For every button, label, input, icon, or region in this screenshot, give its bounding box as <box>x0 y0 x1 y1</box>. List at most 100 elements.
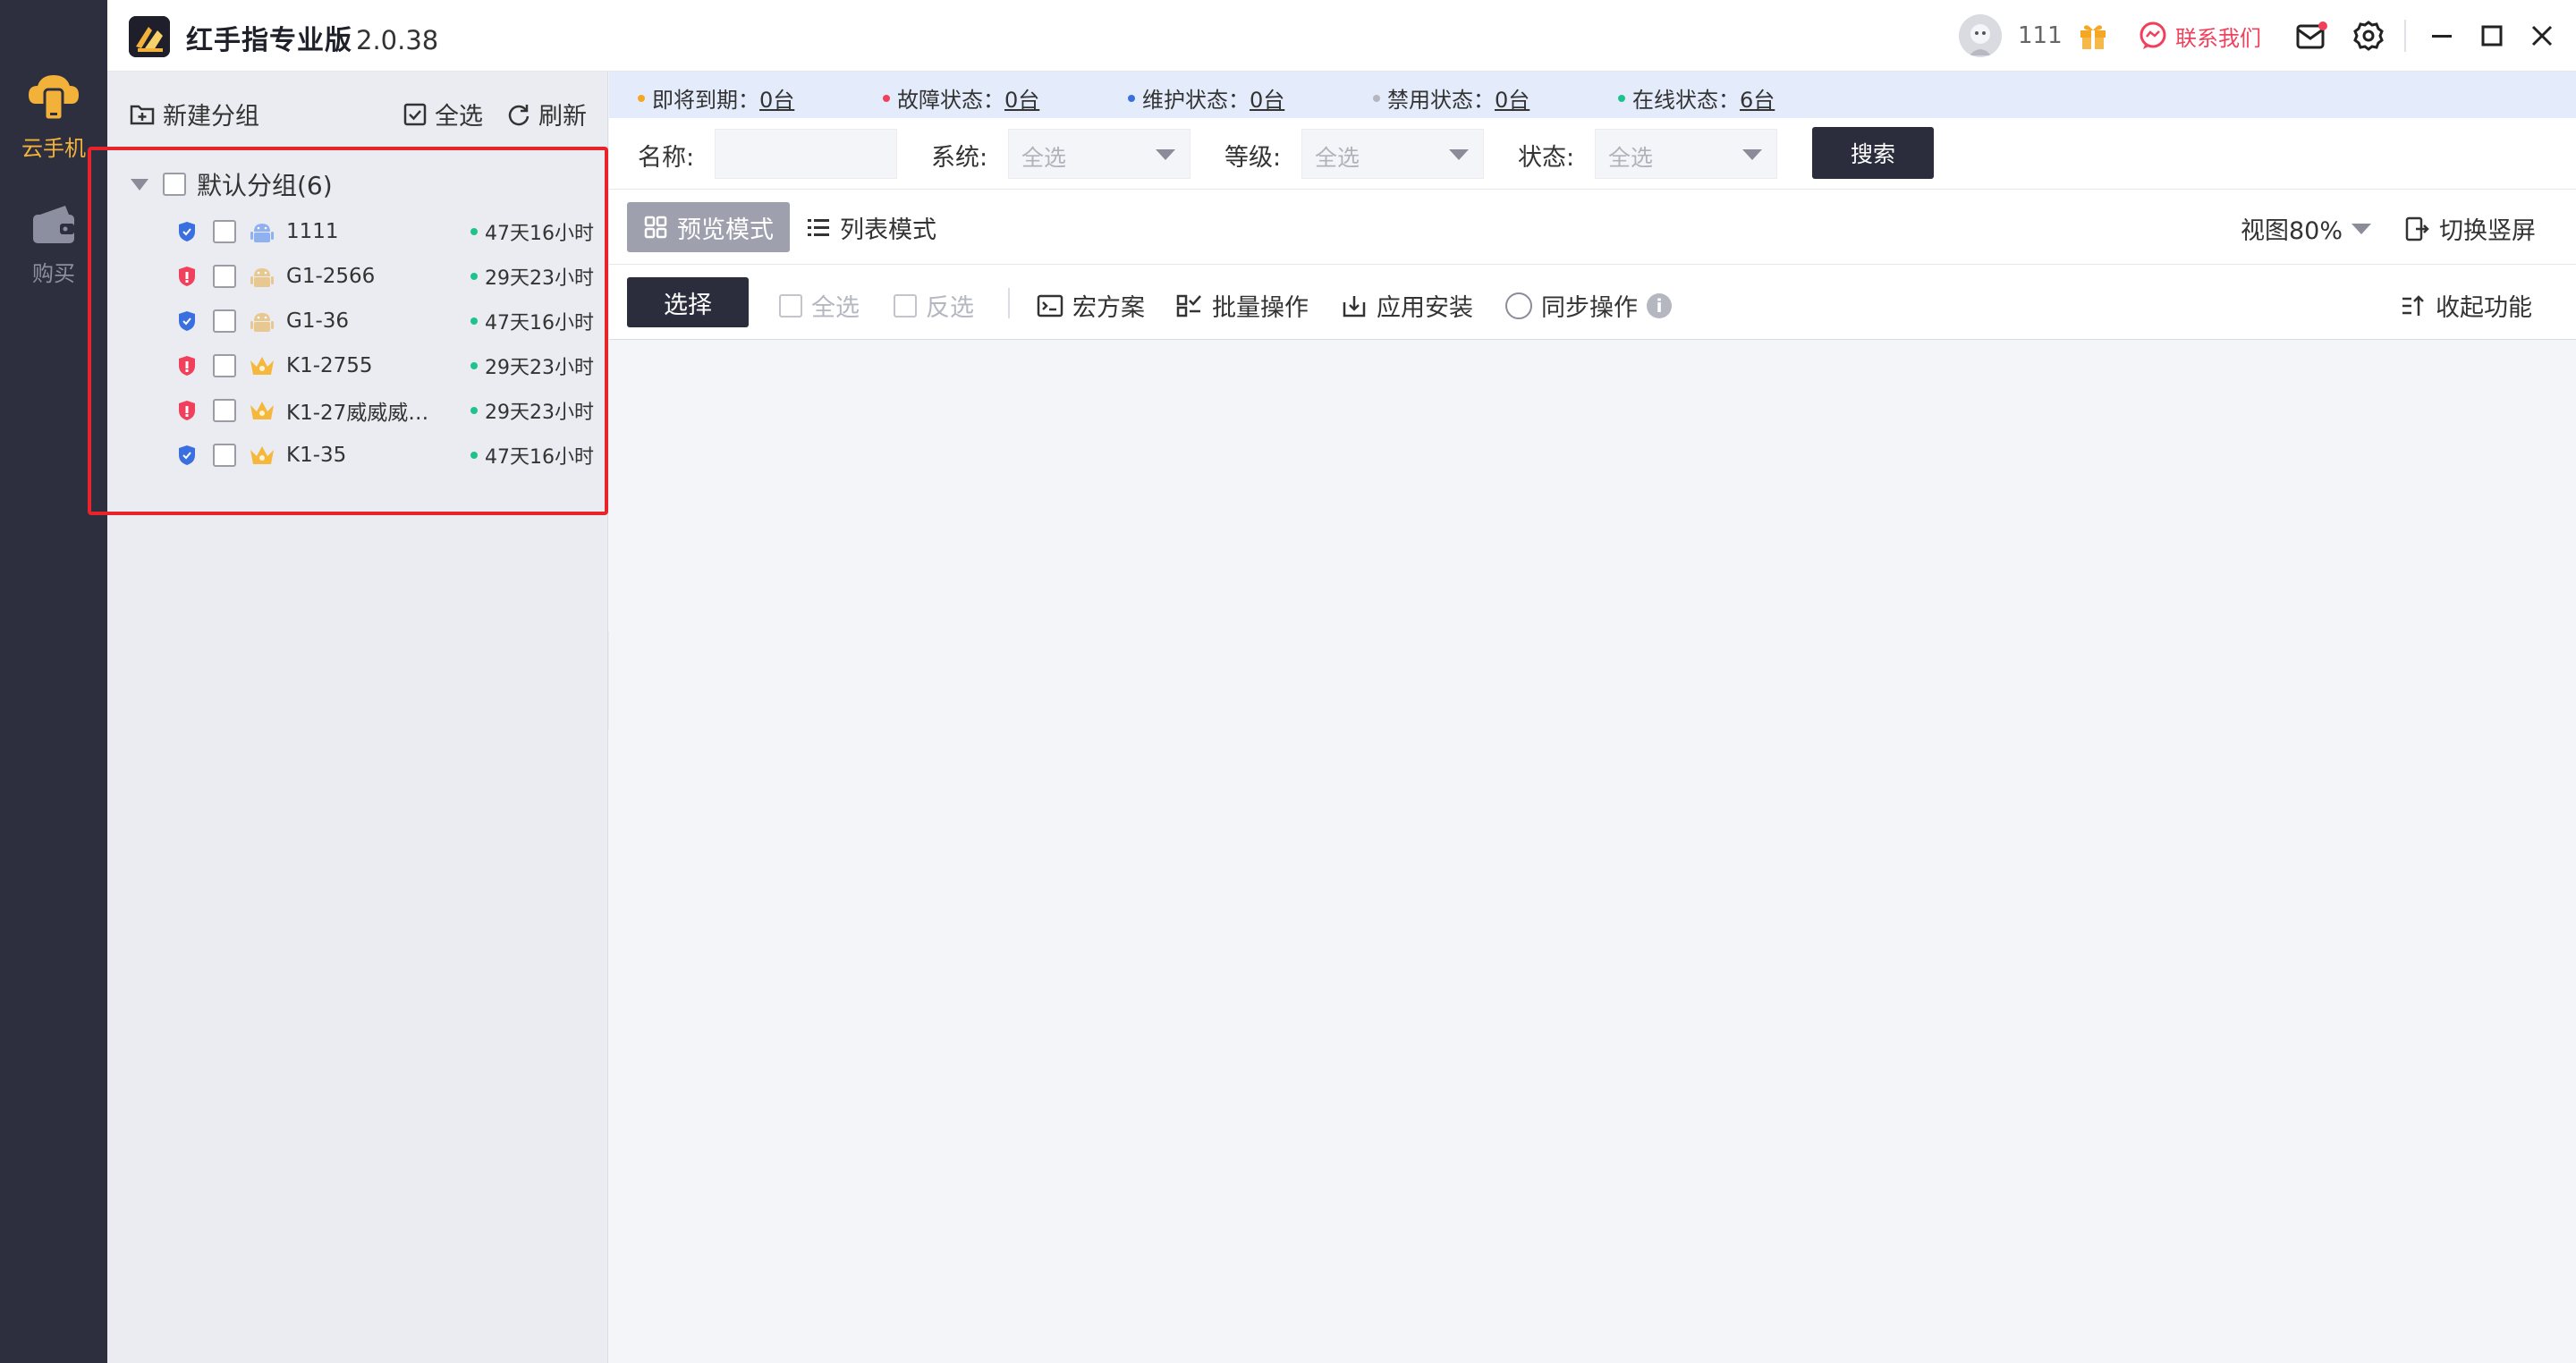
list-mode-button[interactable]: 列表模式 <box>790 202 953 252</box>
user-info[interactable]: 111 <box>1959 0 2063 72</box>
device-name: K1-2755 <box>286 354 373 377</box>
status-dot <box>1618 94 1625 102</box>
device-time-text: 47天16小时 <box>485 446 594 469</box>
gift-button[interactable] <box>2075 18 2111 54</box>
device-row[interactable]: K1-2755 29天23小时 <box>177 343 597 388</box>
device-remaining-time: 29天23小时 <box>470 262 594 291</box>
batch-operation-label: 批量操作 <box>1212 294 1309 322</box>
batch-operation-button[interactable]: 批量操作 <box>1176 288 1309 323</box>
device-row[interactable]: G1-36 47天16小时 <box>177 299 597 343</box>
contact-us-button[interactable]: 联系我们 <box>2138 0 2261 72</box>
rotate-screen-icon <box>2405 216 2429 241</box>
folder-add-icon <box>130 105 155 124</box>
info-icon[interactable]: i <box>1647 292 1672 318</box>
state-filter-select[interactable]: 全选 <box>1595 129 1777 179</box>
shield-icon <box>179 445 195 465</box>
maximize-icon <box>2481 25 2503 47</box>
device-group-default[interactable]: 默认分组(6) <box>131 166 333 202</box>
minimize-icon <box>2432 35 2452 38</box>
status-value[interactable]: 0台 <box>1004 82 1039 114</box>
status-value[interactable]: 0台 <box>759 82 794 114</box>
checkbox[interactable] <box>779 293 802 317</box>
filter-bar: 名称: 系统: 全选 等级: 全选 状态: 全选 搜索 <box>609 118 2576 190</box>
minimize-button[interactable] <box>2424 18 2460 54</box>
android-icon <box>249 218 275 245</box>
refresh-button[interactable]: 刷新 <box>506 97 587 131</box>
select-all-groups-button[interactable]: 全选 <box>402 97 483 131</box>
name-filter-input[interactable] <box>715 129 897 179</box>
gift-icon <box>2080 25 2106 49</box>
app-logo <box>129 16 170 57</box>
status-maintenance[interactable]: 维护状态： 0台 <box>1128 82 1284 114</box>
select-all-checkbox[interactable]: 全选 <box>779 288 860 323</box>
status-label: 在线状态： <box>1632 88 1740 113</box>
device-checkbox[interactable] <box>213 354 236 377</box>
status-value[interactable]: 6台 <box>1740 82 1775 114</box>
device-name: G1-36 <box>286 309 350 333</box>
list-icon <box>808 219 829 236</box>
chevron-down-icon <box>1449 149 1469 160</box>
settings-button[interactable] <box>2351 18 2386 54</box>
device-row[interactable]: G1-2566 29天23小时 <box>177 254 597 299</box>
radio-button[interactable] <box>1505 292 1532 319</box>
device-checkbox[interactable] <box>213 220 236 243</box>
device-checkbox[interactable] <box>213 399 236 422</box>
close-icon <box>2531 25 2553 47</box>
avatar <box>1959 14 2002 57</box>
device-checkbox[interactable] <box>213 265 236 288</box>
collapse-functions-label: 收起功能 <box>2436 294 2532 322</box>
level-filter-select[interactable]: 全选 <box>1301 129 1484 179</box>
device-time-text: 47天16小时 <box>485 223 594 245</box>
device-name: G1-2566 <box>286 265 376 288</box>
crown-icon <box>249 442 275 469</box>
level-filter-value: 全选 <box>1315 145 1360 171</box>
shield-icon <box>179 401 195 420</box>
status-value[interactable]: 0台 <box>1250 82 1284 114</box>
download-icon <box>1343 295 1366 317</box>
invert-selection-checkbox[interactable]: 反选 <box>894 288 974 323</box>
chevron-down-icon[interactable] <box>131 178 148 190</box>
device-time-text: 29天23小时 <box>485 402 594 424</box>
status-online[interactable]: 在线状态： 6台 <box>1618 82 1775 114</box>
group-checkbox[interactable] <box>163 173 186 196</box>
chevron-down-icon <box>1742 149 1762 160</box>
select-button[interactable]: 选择 <box>627 277 749 327</box>
view-zoom-label: 视图80% <box>2241 217 2343 245</box>
message-button[interactable] <box>2293 18 2329 54</box>
device-preview-area <box>609 341 2576 1363</box>
checkbox-checked-icon <box>403 103 427 125</box>
device-remaining-time: 47天16小时 <box>470 307 594 335</box>
device-row[interactable]: K1-27威威威威威 29天23小时 <box>177 388 597 433</box>
switch-orientation-button[interactable]: 切换竖屏 <box>2403 211 2536 246</box>
device-row[interactable]: K1-35 47天16小时 <box>177 433 597 478</box>
checkbox[interactable] <box>894 293 917 317</box>
new-group-button[interactable]: 新建分组 <box>129 97 259 131</box>
device-checkbox[interactable] <box>213 309 236 333</box>
online-dot <box>470 273 478 280</box>
group-name: 默认分组(6) <box>197 171 333 200</box>
status-dot <box>1373 94 1380 102</box>
chat-icon <box>2140 21 2166 49</box>
status-disabled[interactable]: 禁用状态： 0台 <box>1373 82 1530 114</box>
collapse-functions-button[interactable]: 收起功能 <box>2400 288 2532 323</box>
search-button[interactable]: 搜索 <box>1812 127 1934 179</box>
shield-icon <box>179 267 195 286</box>
close-button[interactable] <box>2524 18 2560 54</box>
sync-operation-toggle[interactable]: 同步操作 i <box>1505 288 1672 323</box>
system-filter-select[interactable]: 全选 <box>1008 129 1191 179</box>
wallet-icon <box>33 206 74 243</box>
status-value[interactable]: 0台 <box>1495 82 1530 114</box>
new-group-label: 新建分组 <box>163 103 259 131</box>
status-label: 故障状态： <box>897 88 1004 113</box>
macro-button[interactable]: 宏方案 <box>1037 288 1145 323</box>
maximize-button[interactable] <box>2474 18 2510 54</box>
contact-us-label: 联系我们 <box>2175 25 2261 51</box>
preview-mode-button[interactable]: 预览模式 <box>627 202 790 252</box>
status-dot <box>638 94 645 102</box>
device-checkbox[interactable] <box>213 444 236 467</box>
status-fault[interactable]: 故障状态： 0台 <box>883 82 1039 114</box>
app-install-button[interactable]: 应用安装 <box>1341 288 1473 323</box>
device-row[interactable]: 1111 47天16小时 <box>177 209 597 254</box>
status-expiring[interactable]: 即将到期： 0台 <box>638 82 794 114</box>
view-zoom-select[interactable]: 视图80% <box>2241 211 2372 246</box>
